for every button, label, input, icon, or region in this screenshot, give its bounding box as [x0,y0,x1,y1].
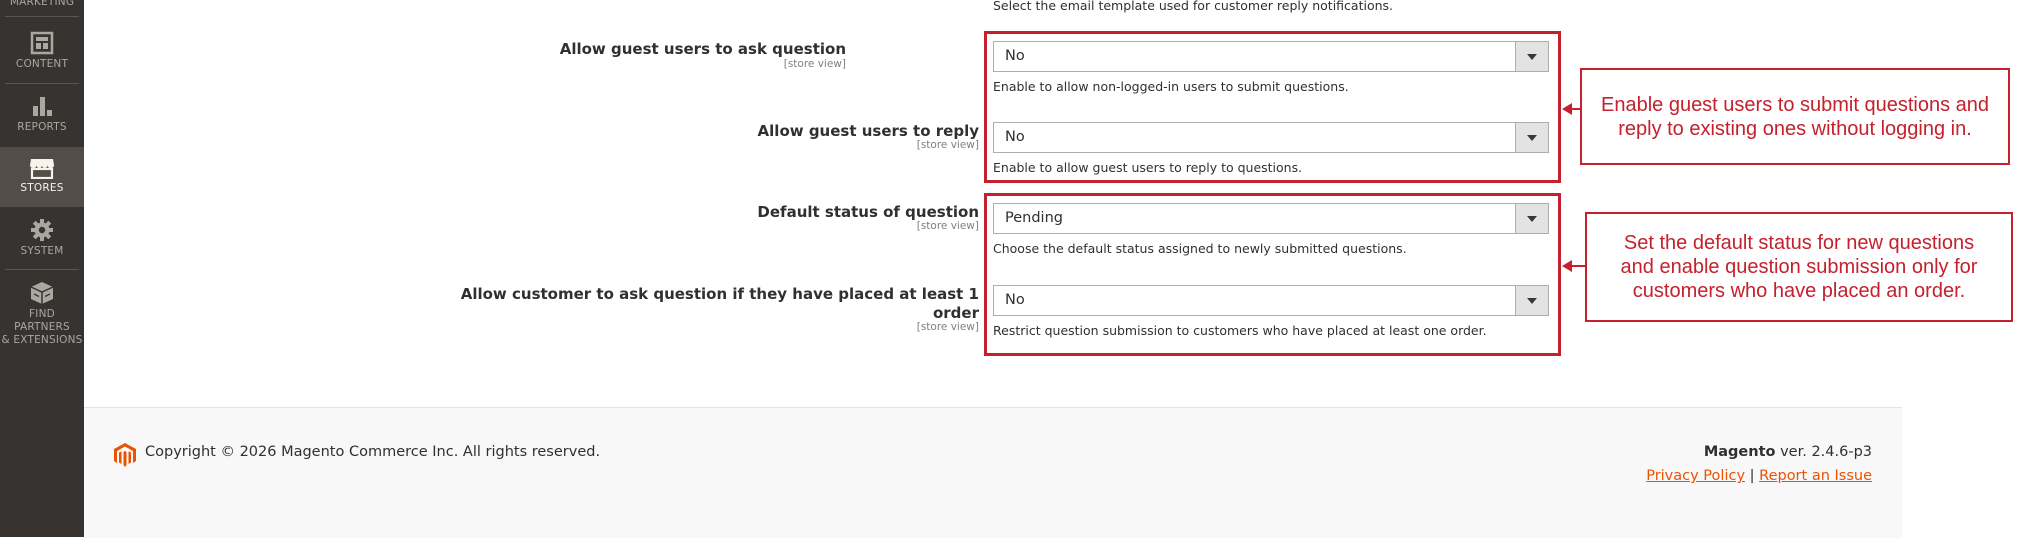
nav-label-extensions: & EXTENSIONS [1,334,83,346]
scope-label: [store view] [916,321,979,333]
version-number: ver. 2.4.6-p3 [1775,444,1872,460]
nav-item-find-partners[interactable]: FIND PARTNERS & EXTENSIONS [0,281,84,347]
field-label-order-required: Allow customer to ask question if they h… [461,285,979,323]
highlight-box-guest-settings [984,31,1561,183]
report-issue-link[interactable]: Report an Issue [1759,468,1872,484]
scope-label: [store view] [916,139,979,151]
annotation-arrow-line [1570,108,1580,110]
brand-name: Magento [1703,444,1776,460]
nav-divider [5,269,79,270]
nav-label-stores: STORES [20,182,64,194]
field-label-line: Allow customer to ask question if they h… [460,285,979,303]
nav-item-reports[interactable]: REPORTS [0,94,84,134]
nav-label-reports: REPORTS [17,121,67,133]
store-icon [30,159,54,179]
nav-label-marketing: MARKETING [9,0,75,8]
content-layout-icon [30,31,54,55]
annotation-text: Set the default status for new questions [1623,232,1975,254]
scope-label: [store view] [916,220,979,232]
nav-item-system[interactable]: SYSTEM [0,218,84,258]
annotation-text: Enable guest users to submit questions a… [1600,93,1990,116]
nav-divider [5,83,79,84]
email-template-note: Select the email template used for custo… [993,0,1394,13]
nav-divider [5,16,79,17]
annotation-callout-guest: Enable guest users to submit questions a… [1580,68,2010,165]
nav-label-content: CONTENT [15,58,69,70]
nav-item-content[interactable]: CONTENT [0,31,84,71]
nav-label-find-partners: FIND PARTNERS [14,308,70,333]
highlight-box-status-settings [984,193,1561,356]
scope-label: [store view] [783,58,846,70]
version-info: Magento ver. 2.4.6-p3 [1704,444,1872,460]
link-separator: | [1745,468,1760,484]
annotation-text: customers who have placed an order. [1632,280,1966,302]
annotation-arrow-line [1570,265,1585,267]
footer-links: Privacy Policy | Report an Issue [1646,468,1872,484]
nav-item-stores[interactable]: STORES [0,147,84,207]
nav-item-marketing[interactable]: MARKETING [0,0,84,9]
annotation-text: and enable question submission only for [1620,256,1978,278]
annotation-callout-status: Set the default status for new questions… [1585,212,2013,322]
magento-logo-icon [114,443,136,467]
field-label-line: order [932,304,979,322]
annotation-text: reply to existing ones without logging i… [1618,117,1972,140]
admin-sidebar: MARKETING CONTENT REPORTS STORES SYSTEM … [0,0,84,537]
extensions-box-icon [30,282,54,304]
gear-icon [31,219,53,241]
nav-label-system: SYSTEM [20,245,64,257]
page-footer: Copyright © 2026 Magento Commerce Inc. A… [84,407,1902,538]
field-label-guest-ask: Allow guest users to ask question [559,40,846,58]
privacy-policy-link[interactable]: Privacy Policy [1646,468,1745,484]
copyright-text: Copyright © 2026 Magento Commerce Inc. A… [145,444,601,460]
bar-chart-icon [33,97,52,116]
